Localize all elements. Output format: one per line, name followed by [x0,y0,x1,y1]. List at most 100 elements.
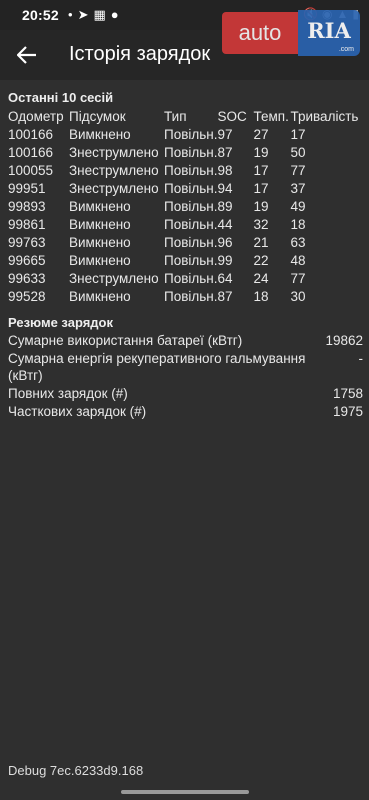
auto-ria-watermark: auto RIA .com [222,10,360,56]
cell-duration: 37 [290,181,306,196]
watermark-auto-text: auto [222,12,298,54]
summary-label: Повних зарядок (#) [8,386,128,401]
back-arrow-icon [17,46,36,64]
table-row: 99528 Вимкнено Повільн. 87 18 30 [8,288,361,306]
cell-duration: 77 [290,163,306,178]
cell-soc: 97 [217,127,233,142]
cell-temp: 19 [253,199,269,214]
telegram-icon: ➤ [77,7,89,22]
cell-temp: 18 [253,289,269,304]
cell-type: Повільн. [164,217,218,232]
cell-duration: 50 [290,145,306,160]
table-row: 99951 Знеструмлено Повільн. 94 17 37 [8,180,361,198]
col-odometer: Одометр [8,109,64,124]
cell-odometer: 99528 [8,289,46,304]
gesture-nav-handle[interactable] [121,790,249,794]
cell-soc: 96 [217,235,233,250]
cell-type: Повільн. [164,127,218,142]
cell-summary: Вимкнено [69,289,131,304]
cell-odometer: 99861 [8,217,46,232]
cell-odometer: 100166 [8,145,54,160]
summary-label: Часткових зарядок (#) [8,404,147,419]
screenshot-icon: ▦ [93,7,106,22]
summary-section-title: Резюме зарядок [8,315,114,330]
cell-duration: 77 [290,271,306,286]
cell-summary: Знеструмлено [69,163,159,178]
cell-temp: 27 [253,127,269,142]
table-row: 100055 Знеструмлено Повільн. 98 17 77 [8,162,361,180]
cell-summary: Вимкнено [69,253,131,268]
summary-value: 19862 [325,333,363,348]
cell-odometer: 100055 [8,163,54,178]
notification-icon: • [68,7,73,22]
history-header-row: Одометр Підсумок Тип SOC Темп. Триваліст… [8,108,361,126]
page-title: Історія зарядок [69,43,211,65]
cell-summary: Знеструмлено [69,271,159,286]
cell-duration: 18 [290,217,306,232]
cell-temp: 22 [253,253,269,268]
cell-soc: 64 [217,271,233,286]
history-table: Одометр Підсумок Тип SOC Темп. Триваліст… [8,108,361,306]
cell-duration: 49 [290,199,306,214]
cell-temp: 24 [253,271,269,286]
cell-summary: Вимкнено [69,127,131,142]
cell-type: Повільн. [164,235,218,250]
cell-duration: 17 [290,127,306,142]
cell-type: Повільн. [164,163,218,178]
app-icon: ● [110,7,119,22]
summary-row-battery-usage: Сумарне використання батареї (кВтг) 1986… [8,332,363,349]
table-row: 99861 Вимкнено Повільн. 44 32 18 [8,216,361,234]
summary-row-regen-energy: Сумарна енергія рекуперативного гальмува… [8,350,363,384]
cell-soc: 89 [217,199,233,214]
cell-soc: 94 [217,181,233,196]
cell-duration: 30 [290,289,306,304]
cell-temp: 19 [253,145,269,160]
table-row: 100166 Вимкнено Повільн. 97 27 17 [8,126,361,144]
watermark-ria-logo: RIA .com [298,10,360,56]
table-row: 99763 Вимкнено Повільн. 96 21 63 [8,234,361,252]
cell-odometer: 99633 [8,271,46,286]
col-summary: Підсумок [69,109,126,124]
cell-soc: 87 [217,145,233,160]
cell-temp: 17 [253,163,269,178]
summary-row-full-charges: Повних зарядок (#) 1758 [8,385,363,402]
col-soc: SOC [217,109,247,124]
cell-soc: 98 [217,163,233,178]
cell-type: Повільн. [164,253,218,268]
summary-value: - [358,351,364,366]
status-time: 20:52 [22,7,59,23]
cell-summary: Знеструмлено [69,145,159,160]
summary-value: 1975 [332,404,363,419]
col-temp: Темп. [253,109,289,124]
cell-soc: 44 [217,217,233,232]
watermark-ria-text: RIA [307,18,351,43]
cell-odometer: 99893 [8,199,46,214]
cell-duration: 48 [290,253,306,268]
cell-type: Повільн. [164,181,218,196]
summary-label: Сумарне використання батареї (кВтг) [8,333,243,348]
cell-soc: 99 [217,253,233,268]
cell-type: Повільн. [164,289,218,304]
cell-type: Повільн. [164,145,218,160]
cell-summary: Вимкнено [69,235,131,250]
cell-summary: Вимкнено [69,217,131,232]
summary-label: Сумарна енергія рекуперативного гальмува… [8,351,306,383]
cell-temp: 32 [253,217,269,232]
cell-temp: 21 [253,235,269,250]
summary-value: 1758 [332,386,363,401]
table-row: 99633 Знеструмлено Повільн. 64 24 77 [8,270,361,288]
cell-type: Повільн. [164,271,218,286]
cell-odometer: 99763 [8,235,46,250]
col-type: Тип [164,109,187,124]
cell-soc: 87 [217,289,233,304]
cell-summary: Знеструмлено [69,181,159,196]
table-row: 99893 Вимкнено Повільн. 89 19 49 [8,198,361,216]
cell-odometer: 99665 [8,253,46,268]
cell-odometer: 99951 [8,181,46,196]
cell-duration: 63 [290,235,306,250]
cell-summary: Вимкнено [69,199,131,214]
back-button[interactable] [10,38,44,72]
debug-version-text: Debug 7ec.6233d9.168 [8,763,144,778]
table-row: 100166 Знеструмлено Повільн. 87 19 50 [8,144,361,162]
summary-row-partial-charges: Часткових зарядок (#) 1975 [8,403,363,420]
